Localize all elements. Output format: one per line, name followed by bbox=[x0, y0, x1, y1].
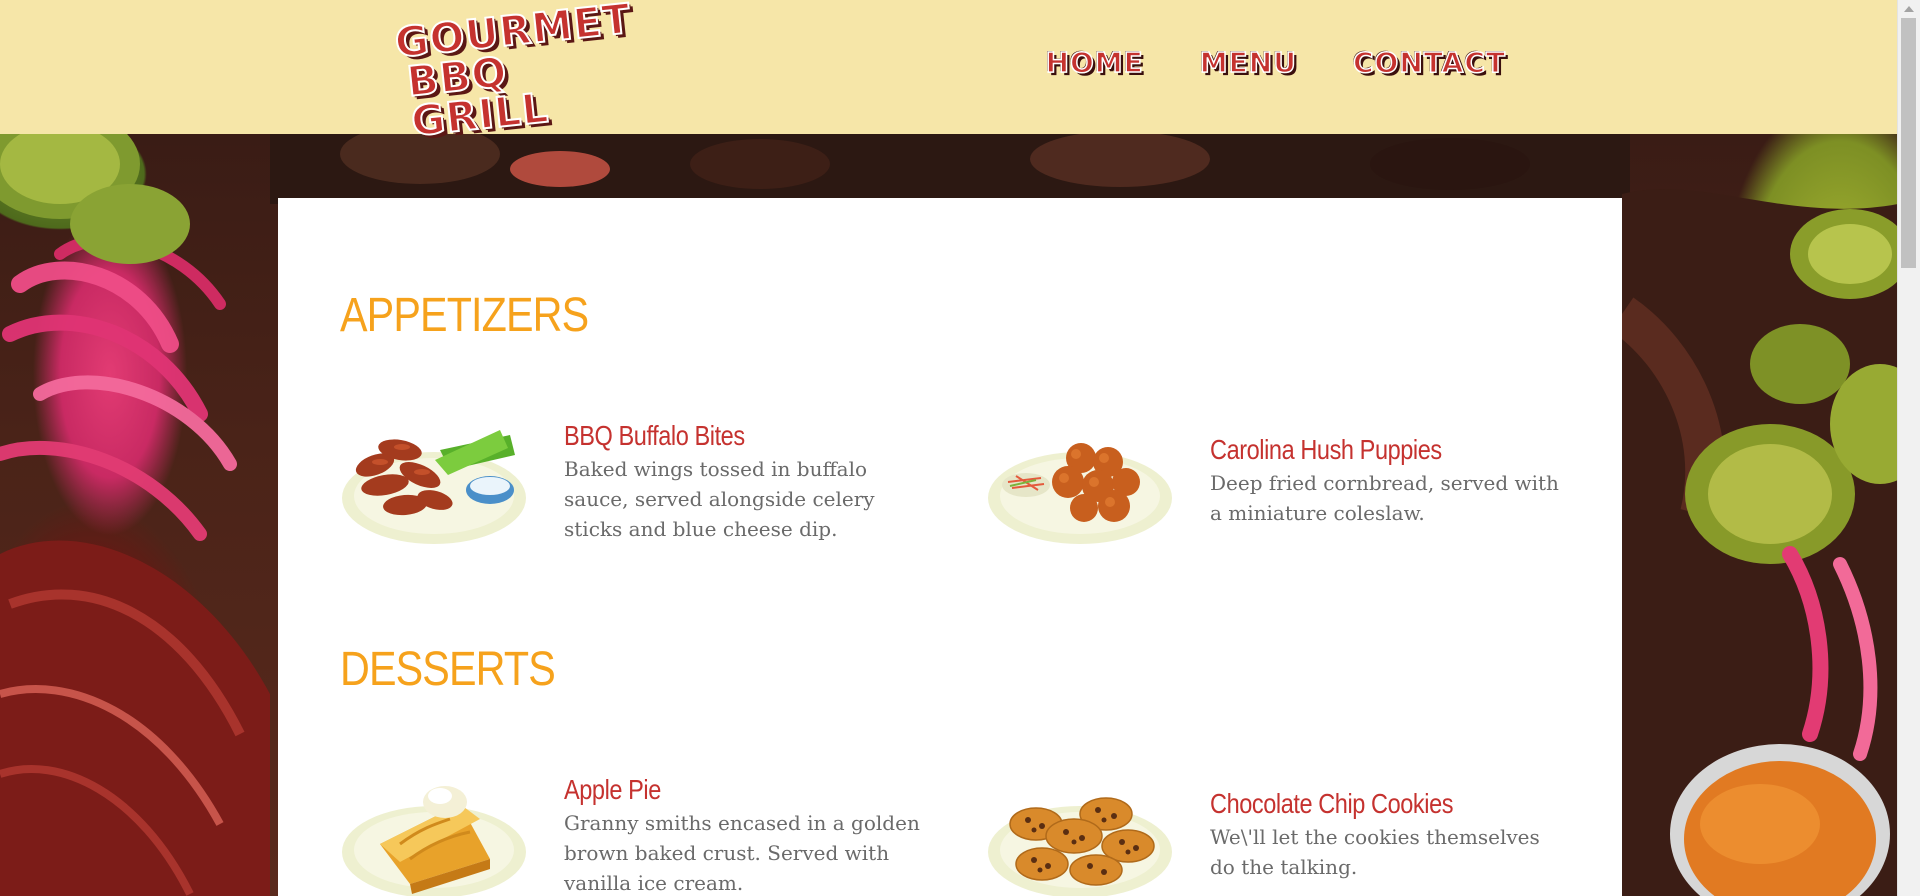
menu-item-name: Apple Pie bbox=[564, 774, 661, 805]
buffalo-wings-icon bbox=[342, 430, 526, 544]
menu-item-description: Deep fried cornbread, served with a mini… bbox=[1210, 471, 1559, 525]
menu-item-name: Carolina Hush Puppies bbox=[1210, 434, 1442, 465]
menu-item-name: BBQ Buffalo Bites bbox=[564, 420, 745, 451]
menu-item-text: Chocolate Chip Cookies We\'ll let the co… bbox=[1210, 788, 1570, 882]
menu-card: APPETIZERS BBQ Buffalo Bites Baked wings… bbox=[278, 198, 1622, 896]
menu-item-text: Apple Pie Granny smiths encased in a gol… bbox=[564, 774, 924, 896]
menu-item-description: Granny smiths encased in a golden brown … bbox=[564, 811, 920, 895]
menu-item-text: BBQ Buffalo Bites Baked wings tossed in … bbox=[564, 420, 924, 544]
menu-item: Chocolate Chip Cookies We\'ll let the co… bbox=[986, 774, 1576, 896]
section-title-desserts: DESSERTS bbox=[340, 643, 556, 696]
menu-item-description: We\'ll let the cookies themselves do the… bbox=[1210, 825, 1540, 879]
hush-puppies-icon bbox=[988, 443, 1172, 544]
logo[interactable]: GOURMET BBQ GRILL bbox=[392, 0, 645, 147]
menu-item-name: Chocolate Chip Cookies bbox=[1210, 788, 1454, 819]
site-header: GOURMET BBQ GRILL HOME MENU CONTACT bbox=[0, 0, 1898, 147]
menu-item: Carolina Hush Puppies Deep fried cornbre… bbox=[986, 420, 1576, 550]
nav-contact-link[interactable]: CONTACT bbox=[1352, 45, 1506, 80]
nav-home-link[interactable]: HOME bbox=[1045, 45, 1144, 80]
page: GOURMET BBQ GRILL HOME MENU CONTACT APPE… bbox=[0, 0, 1920, 896]
nav-menu-link[interactable]: MENU bbox=[1199, 45, 1297, 80]
menu-item-description: Baked wings tossed in buffalo sauce, ser… bbox=[564, 457, 875, 541]
menu-item: BBQ Buffalo Bites Baked wings tossed in … bbox=[340, 420, 930, 550]
menu-item-text: Carolina Hush Puppies Deep fried cornbre… bbox=[1210, 434, 1570, 528]
section-title-appetizers: APPETIZERS bbox=[340, 289, 589, 342]
main-nav: HOME MENU CONTACT bbox=[1045, 45, 1506, 80]
scroll-up-arrow-icon[interactable] bbox=[1904, 6, 1914, 12]
menu-item: Apple Pie Granny smiths encased in a gol… bbox=[340, 774, 930, 896]
vertical-scrollbar[interactable] bbox=[1897, 0, 1920, 896]
apple-pie-icon bbox=[342, 786, 526, 896]
scrollbar-thumb[interactable] bbox=[1901, 18, 1916, 268]
cookies-icon bbox=[988, 797, 1172, 896]
